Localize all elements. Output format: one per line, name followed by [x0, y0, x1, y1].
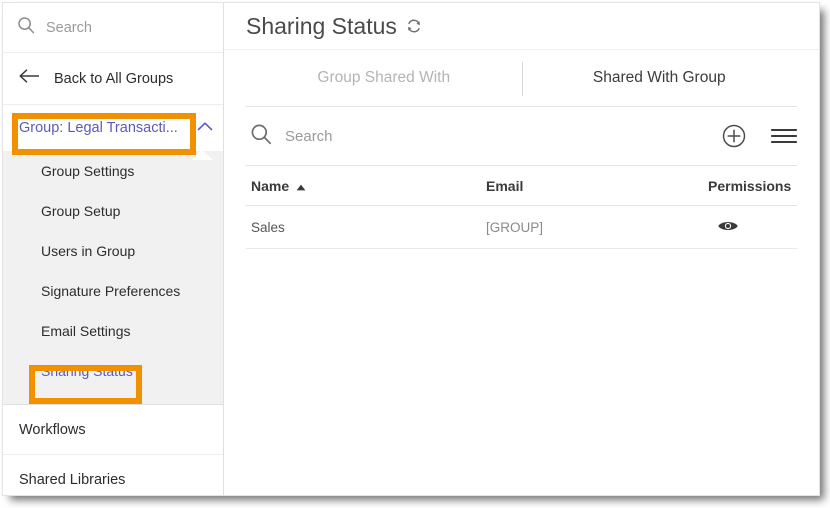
screenshot-root: Search Back to All Groups Group: Legal T…: [0, 0, 830, 508]
table-header-row: Name Email Permissions: [246, 166, 797, 206]
hamburger-menu-icon[interactable]: [771, 126, 797, 146]
sidebar-search-label: Search: [46, 19, 92, 36]
search-icon: [250, 123, 272, 150]
back-to-all-groups[interactable]: Back to All Groups: [3, 53, 223, 105]
group-selector-label: Group: Legal Transacti...: [19, 119, 178, 136]
chevron-up-icon[interactable]: [197, 119, 213, 137]
tab-group-shared-with[interactable]: Group Shared With: [246, 50, 522, 106]
page-title: Sharing Status: [246, 12, 397, 39]
sidebar-item-email-settings[interactable]: Email Settings: [3, 311, 223, 351]
table-row[interactable]: Sales [GROUP]: [246, 206, 797, 249]
column-header-email[interactable]: Email: [486, 178, 708, 194]
cell-name: Sales: [246, 220, 486, 235]
sidebar-search[interactable]: Search: [3, 3, 223, 53]
sidebar-item-group-settings[interactable]: Group Settings: [3, 151, 223, 191]
sidebar-item-workflows[interactable]: Workflows: [3, 405, 223, 455]
group-selector[interactable]: Group: Legal Transacti...: [3, 105, 223, 150]
sidebar-item-sharing-status[interactable]: Sharing Status: [3, 351, 223, 391]
column-header-label: Permissions: [708, 177, 792, 194]
sidebar-item-label: Signature Preferences: [41, 283, 181, 299]
sidebar-item-users-in-group[interactable]: Users in Group: [3, 231, 223, 271]
sidebar-item-label: Workflows: [19, 421, 86, 438]
sidebar-item-group-setup[interactable]: Group Setup: [3, 191, 223, 231]
sharing-table: Name Email Permissions Sales [GROUP]: [246, 166, 797, 249]
sidebar-item-label: Users in Group: [41, 243, 136, 259]
back-to-all-groups-label: Back to All Groups: [54, 70, 174, 87]
sidebar-item-label: Group Setup: [41, 203, 121, 219]
submenu-caret-icon: [191, 150, 213, 160]
column-header-permissions[interactable]: Permissions: [708, 178, 797, 194]
table-toolbar: Search: [246, 107, 797, 166]
group-submenu: Group Settings Group Setup Users in Grou…: [3, 150, 223, 405]
cell-email-label: [GROUP]: [486, 219, 544, 235]
sidebar-item-shared-libraries[interactable]: Shared Libraries: [3, 455, 223, 495]
sidebar-item-label: Sharing Status: [41, 363, 133, 379]
sidebar-item-label: Group Settings: [41, 163, 135, 179]
sidebar: Search Back to All Groups Group: Legal T…: [3, 3, 224, 495]
page-header: Sharing Status: [224, 3, 819, 50]
refresh-icon[interactable]: [406, 18, 422, 34]
eye-icon[interactable]: [708, 221, 739, 236]
tab-shared-with-group[interactable]: Shared With Group: [522, 50, 798, 106]
tab-label: Shared With Group: [592, 69, 726, 86]
triangle-up-icon: [296, 178, 306, 194]
app-window: Search Back to All Groups Group: Legal T…: [2, 2, 820, 496]
cell-email: [GROUP]: [486, 220, 708, 235]
main-content: Sharing Status Group Shared With Shared …: [224, 3, 819, 495]
search-input[interactable]: Search: [285, 128, 721, 145]
sharing-tabs: Group Shared With Shared With Group: [246, 50, 797, 107]
tab-label: Group Shared With: [317, 69, 451, 86]
cell-name-label: Sales: [251, 219, 285, 235]
column-header-label: Name: [251, 177, 290, 194]
search-icon: [17, 16, 35, 39]
column-header-label: Email: [486, 177, 524, 194]
sidebar-item-label: Email Settings: [41, 323, 131, 339]
column-header-name[interactable]: Name: [246, 178, 486, 194]
tab-divider: [521, 62, 523, 96]
plus-circle-icon[interactable]: [721, 123, 747, 149]
sidebar-item-signature-preferences[interactable]: Signature Preferences: [3, 271, 223, 311]
sidebar-item-label: Shared Libraries: [19, 472, 126, 488]
arrow-left-icon: [19, 69, 40, 88]
cell-permissions: [708, 219, 797, 236]
